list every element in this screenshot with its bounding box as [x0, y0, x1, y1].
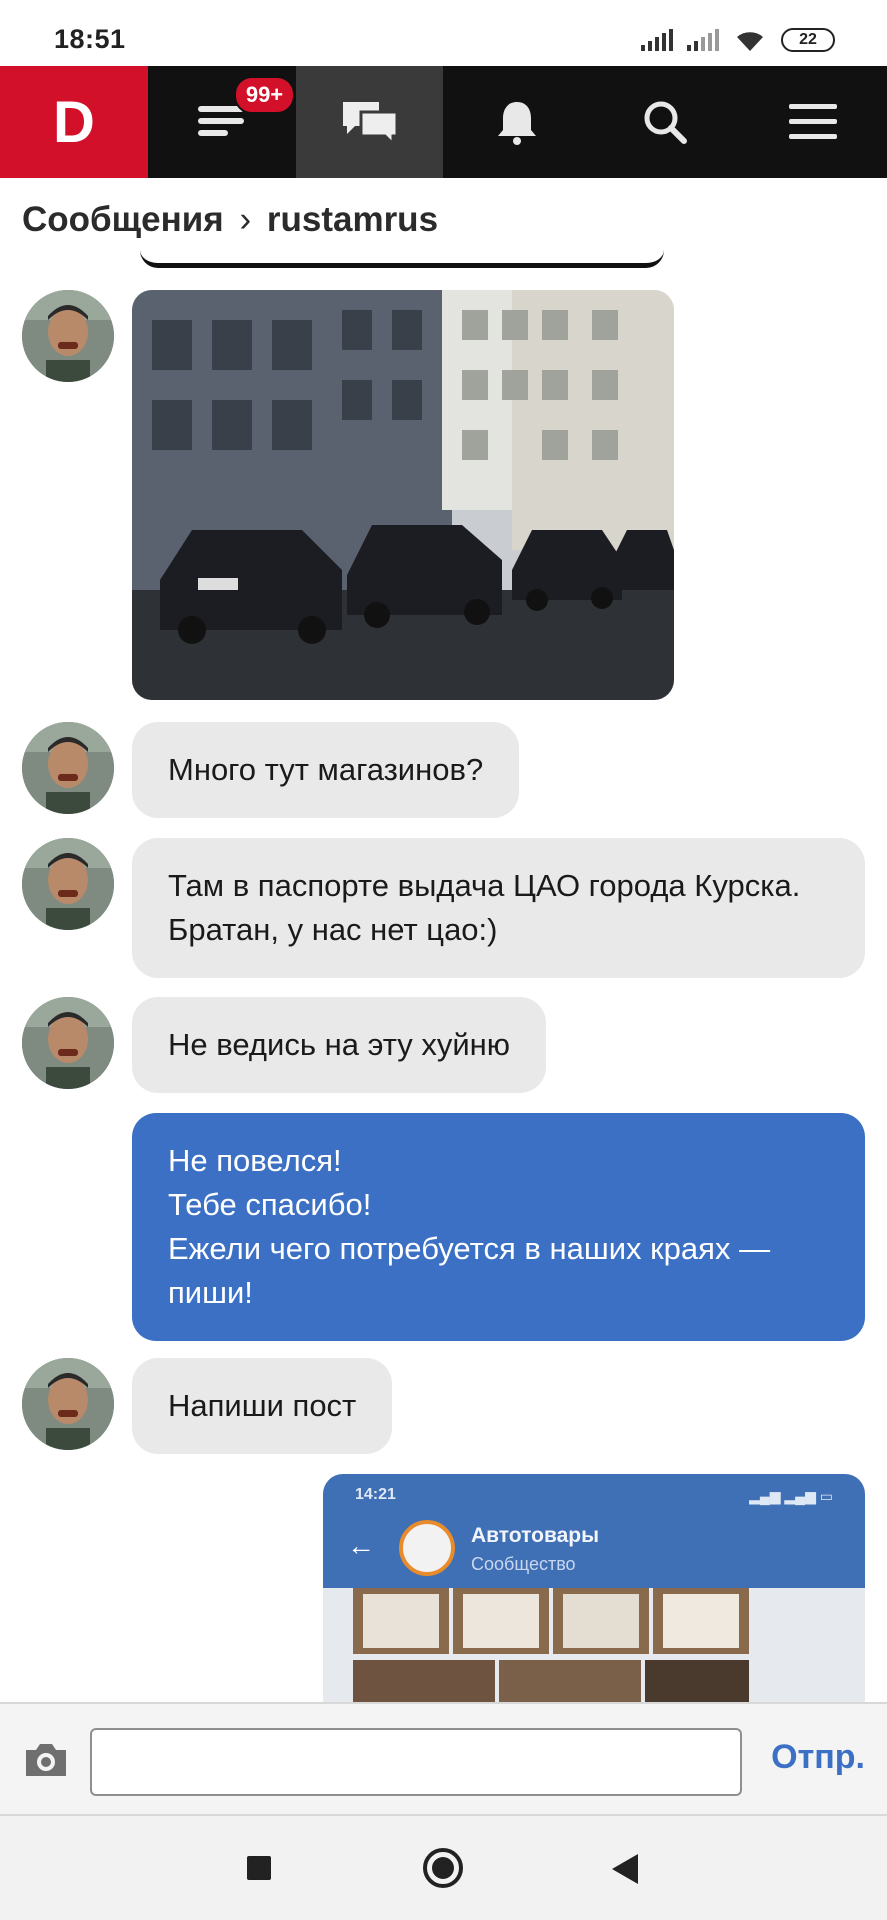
screenshot-header: 14:21 ▂▄▆ ▂▄▆ ▭ ← Автотовары Сообщество: [323, 1474, 865, 1588]
menu-button[interactable]: [739, 66, 887, 178]
top-nav: D 99+: [0, 66, 887, 178]
message-incoming: Не ведись на эту хуйню: [132, 997, 547, 1093]
breadcrumb: Сообщения › rustamrus: [22, 200, 438, 240]
home-button[interactable]: [423, 1848, 463, 1888]
screenshot-time: 14:21: [355, 1486, 396, 1503]
notification-badge: 99+: [233, 76, 296, 114]
screenshot-gallery: [323, 1588, 865, 1704]
search-icon: [644, 101, 688, 144]
community-avatar: [399, 1520, 455, 1576]
system-navigation-bar: [0, 1816, 887, 1920]
send-button[interactable]: Отпр.: [771, 1738, 865, 1777]
previous-message-edge: [140, 250, 664, 268]
status-time: 18:51: [54, 24, 126, 54]
battery-indicator: 22: [781, 28, 835, 52]
message-photo-buildings[interactable]: [132, 290, 674, 700]
signal-icon-secondary: [687, 29, 719, 51]
screenshot-status-icons: ▂▄▆ ▂▄▆ ▭: [749, 1488, 833, 1504]
camera-icon: [26, 1744, 66, 1776]
message-composer: Отпр.: [0, 1702, 887, 1816]
notifications-button[interactable]: [443, 66, 591, 178]
wifi-icon: [737, 32, 763, 51]
feed-button[interactable]: 99+: [148, 66, 296, 178]
breadcrumb-user: rustamrus: [266, 200, 439, 239]
avatar-image: [22, 290, 114, 382]
camera-button[interactable]: [22, 1740, 70, 1785]
recents-button[interactable]: [247, 1856, 271, 1880]
photo-image: [132, 290, 674, 700]
bell-icon: [498, 102, 537, 145]
back-arrow-icon: ←: [347, 1530, 375, 1561]
avatar-image: [22, 1358, 114, 1450]
screenshot-title: Автотовары: [471, 1524, 600, 1547]
message-outgoing: Не повелся! Тебе спасибо! Ежели чего пот…: [132, 1113, 865, 1341]
message-incoming: Там в паспорте выдача ЦАО города Курска.…: [132, 838, 865, 978]
breadcrumb-separator: ›: [239, 200, 252, 239]
logo: D: [52, 89, 95, 155]
message-incoming: Напиши пост: [132, 1358, 393, 1454]
back-button[interactable]: [612, 1854, 638, 1884]
screenshot-subtitle: Сообщество: [471, 1554, 576, 1574]
hamburger-icon: [789, 104, 838, 139]
messages-button[interactable]: [295, 66, 444, 178]
avatar[interactable]: [22, 997, 114, 1089]
breadcrumb-messages-link[interactable]: Сообщения: [22, 200, 224, 239]
avatar[interactable]: [22, 722, 114, 814]
message-input[interactable]: [90, 1728, 742, 1796]
logo-button[interactable]: D: [0, 66, 148, 178]
message-incoming: Много тут магазинов?: [132, 722, 520, 818]
status-bar: 18:51 22: [0, 0, 887, 66]
message-photo-screenshot[interactable]: 14:21 ▂▄▆ ▂▄▆ ▭ ← Автотовары Сообщество: [323, 1474, 865, 1704]
avatar-image: [22, 722, 114, 814]
avatar-image: [22, 997, 114, 1089]
search-button[interactable]: [591, 66, 739, 178]
avatar[interactable]: [22, 290, 114, 382]
avatar[interactable]: [22, 1358, 114, 1450]
status-icons: 22: [641, 26, 835, 54]
avatar-image: [22, 838, 114, 930]
chat-icon: [342, 102, 399, 146]
signal-icon: [641, 29, 673, 51]
avatar[interactable]: [22, 838, 114, 930]
